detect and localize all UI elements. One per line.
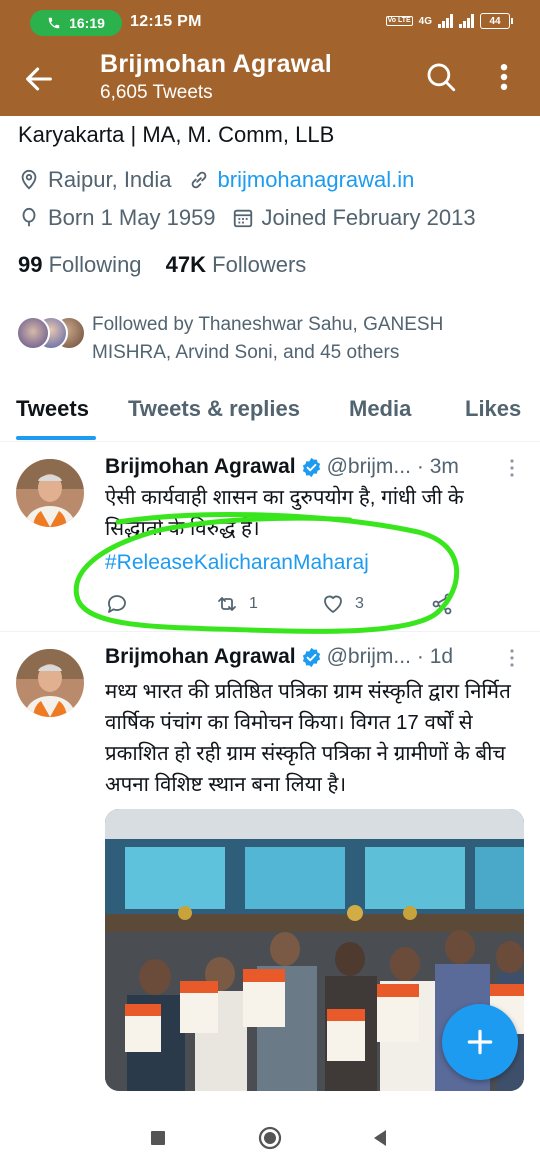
status-icons: Vo LTE 4G 44 — [385, 13, 513, 29]
birth-joined-row: Born 1 May 1959 Joined February 2013 — [18, 205, 476, 231]
back-arrow-icon[interactable] — [22, 62, 56, 96]
header-tweet-count: 6,605 Tweets — [100, 82, 213, 103]
tweet-text: मध्य भारत की प्रतिष्ठित पत्रिका ग्राम सं… — [105, 680, 511, 796]
home-icon[interactable] — [256, 1124, 284, 1152]
network-type: 4G — [418, 15, 432, 27]
calendar-icon — [233, 209, 252, 228]
follow-stats: 99 Following 47K Followers — [18, 252, 306, 278]
more-options-icon[interactable] — [490, 60, 518, 94]
system-navigation-bar — [0, 1106, 540, 1170]
balloon-icon — [22, 207, 36, 227]
tweet-more-icon[interactable] — [505, 648, 519, 668]
location-pin-icon — [21, 169, 37, 190]
search-icon[interactable] — [424, 60, 458, 94]
compose-tweet-button[interactable] — [442, 1004, 518, 1080]
profile-header: Brijmohan Agrawal 6,605 Tweets — [0, 46, 540, 116]
following-count: 99 — [18, 252, 43, 277]
active-tab-indicator — [16, 436, 96, 440]
tab-media[interactable]: Media — [349, 396, 411, 422]
retweet-button[interactable]: 1 — [215, 592, 258, 616]
battery-icon: 44 — [480, 13, 513, 29]
profile-tabs: Tweets Tweets & replies Media Likes — [0, 384, 540, 442]
tweet-author-name[interactable]: Brijmohan Agrawal — [105, 645, 296, 669]
tweet-author-handle[interactable]: @brijm... — [327, 455, 411, 479]
followers-label: Followers — [212, 252, 307, 277]
followers-count: 47K — [165, 252, 207, 277]
tweet-item[interactable]: Brijmohan Agrawal @brijm... · 3m ऐसी कार… — [0, 442, 540, 632]
tab-tweets-replies[interactable]: Tweets & replies — [128, 396, 300, 422]
tweet-hashtag-link[interactable]: #ReleaseKalicharanMaharaj — [105, 551, 369, 575]
following-label: Following — [48, 252, 142, 277]
profile-website-link[interactable]: brijmohanagrawal.in — [218, 167, 415, 193]
tweet-author-name[interactable]: Brijmohan Agrawal — [105, 455, 296, 479]
battery-level: 44 — [489, 15, 501, 27]
header-profile-name: Brijmohan Agrawal — [100, 50, 332, 78]
profile-join-date: Joined February 2013 — [261, 205, 476, 230]
retweet-icon — [218, 597, 236, 611]
followers-you-know-avatars[interactable] — [16, 316, 86, 352]
clock: 12:15 PM — [130, 13, 202, 30]
tweet-author-handle[interactable]: @brijm... — [327, 645, 411, 669]
like-count: 3 — [355, 595, 364, 612]
followers-stat[interactable]: 47K Followers — [166, 252, 307, 277]
retweet-count: 1 — [249, 595, 258, 612]
ongoing-call-pill[interactable]: 16:19 — [30, 10, 122, 36]
call-timer: 16:19 — [69, 15, 105, 31]
volte-icon: Vo LTE — [385, 16, 413, 26]
tweet-text: ऐसी कार्यवाही शासन का दुरुपयोग है, गांधी… — [105, 486, 464, 540]
status-bar: 16:19 12:15 PM Vo LTE 4G 44 — [0, 0, 540, 46]
tweet-timestamp: · 3m — [416, 455, 459, 478]
heart-icon — [324, 595, 342, 613]
tweet-author-avatar[interactable] — [16, 459, 84, 527]
tweet-timestamp: · 1d — [416, 645, 454, 668]
profile-location: Raipur, India — [48, 167, 172, 192]
follower-avatar — [16, 316, 50, 350]
phone-icon — [48, 17, 60, 29]
author-photo — [16, 459, 84, 527]
back-triangle-icon[interactable] — [366, 1124, 394, 1152]
tweet-author-avatar[interactable] — [16, 649, 84, 717]
recent-apps-icon[interactable] — [144, 1124, 172, 1152]
tweet-header: Brijmohan Agrawal @brijm... · 1d — [105, 645, 453, 669]
reply-icon — [108, 595, 126, 613]
like-button[interactable]: 3 — [321, 592, 364, 616]
tweet-actions: 1 3 — [105, 592, 525, 622]
author-photo — [16, 649, 84, 717]
following-stat[interactable]: 99 Following — [18, 252, 142, 277]
location-website-row: Raipur, India brijmohanagrawal.in — [18, 167, 414, 193]
tab-tweets[interactable]: Tweets — [16, 396, 89, 422]
share-button[interactable] — [430, 592, 454, 616]
profile-bio: Karyakarta | MA, M. Comm, LLB — [18, 122, 335, 147]
link-icon — [191, 171, 206, 189]
share-icon — [432, 593, 452, 615]
followed-by-text[interactable]: Followed by Thaneshwar Sahu, GANESH MISH… — [92, 311, 512, 367]
tab-likes[interactable]: Likes — [465, 396, 521, 422]
signal-icon-2 — [459, 14, 474, 28]
reply-button[interactable] — [105, 592, 139, 616]
tweet-header: Brijmohan Agrawal @brijm... · 3m — [105, 455, 459, 479]
verified-badge-icon — [302, 647, 320, 667]
verified-badge-icon — [302, 457, 320, 477]
plus-icon — [467, 1029, 493, 1055]
signal-icon — [438, 14, 453, 28]
tweet-more-icon[interactable] — [505, 458, 519, 478]
profile-birthdate: Born 1 May 1959 — [48, 205, 216, 230]
